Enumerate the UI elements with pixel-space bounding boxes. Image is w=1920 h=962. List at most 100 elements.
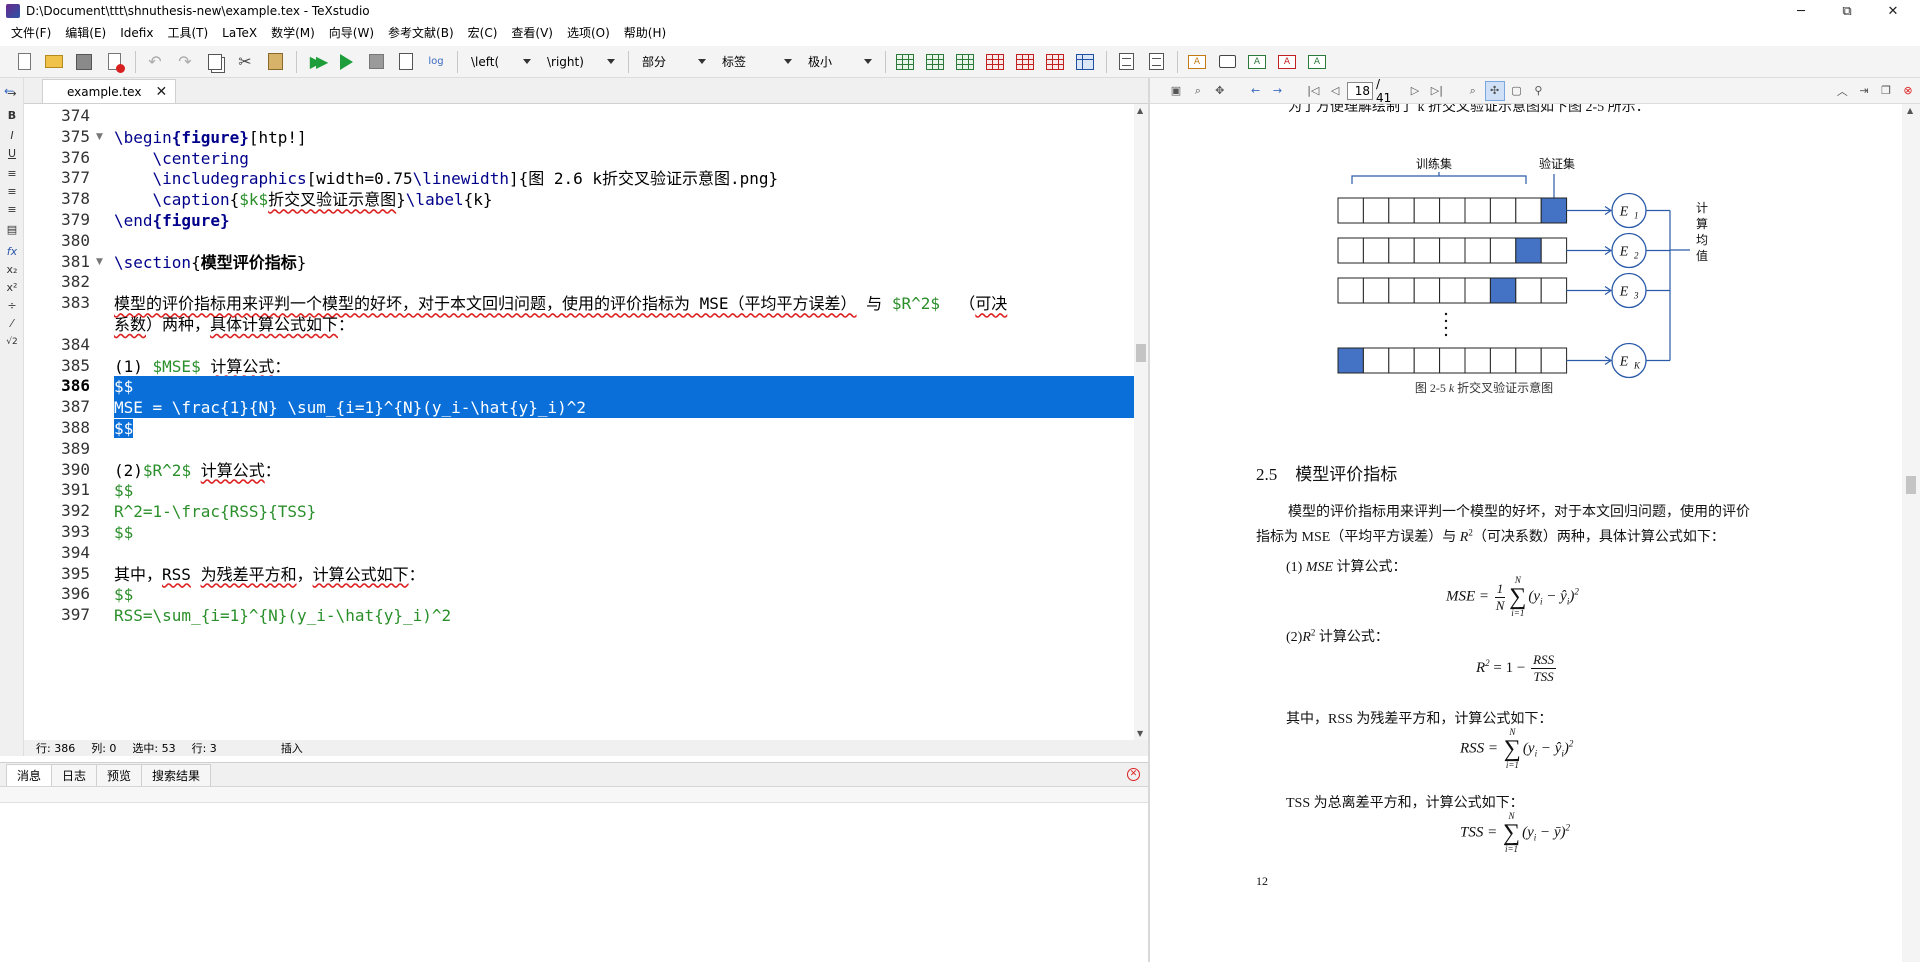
stop-button[interactable] [362, 49, 390, 75]
pdf-magnifier-button[interactable]: ⚲ [1528, 81, 1548, 101]
code-line[interactable]: (1) $MSE$ 计算公式： [114, 356, 290, 377]
code-line[interactable]: MSE = \frac{1}{N} \sum_{i=1}^{N}(y_i-\ha… [114, 397, 1134, 419]
text-green-button-2[interactable]: A [1303, 49, 1331, 75]
scroll-up-icon[interactable]: ▲ [1907, 106, 1913, 115]
scrollbar-thumb[interactable] [1906, 476, 1916, 494]
menu-idefix[interactable]: Idefix [113, 22, 160, 44]
pdf-scrollbar[interactable]: ▲ [1902, 104, 1920, 962]
scroll-down-icon[interactable]: ▼ [1137, 729, 1143, 738]
tab-messages[interactable]: 消息 [6, 764, 53, 786]
pdf-search-button[interactable]: ⌕ [1188, 81, 1208, 101]
menu-options[interactable]: 选项(O) [560, 22, 617, 44]
text-red-button[interactable]: A [1273, 49, 1301, 75]
copy-button[interactable] [201, 49, 229, 75]
code-area[interactable]: \begin{figure}[htp!] \centering \include… [114, 104, 1134, 740]
tab-example-tex[interactable]: example.tex ✕ [42, 79, 177, 103]
open-file-button[interactable] [40, 49, 68, 75]
code-line[interactable]: \begin{figure}[htp!] [114, 127, 307, 148]
function-icon[interactable]: fx [4, 244, 20, 260]
pdf-collapse-button[interactable]: ︿ [1832, 81, 1852, 101]
pdf-fit-page-button[interactable]: ▢ [1507, 81, 1527, 101]
view-pdf-button[interactable] [392, 49, 420, 75]
pdf-next-page-button[interactable]: ▷ [1405, 81, 1425, 101]
pdf-move-button[interactable]: ✥ [1210, 81, 1230, 101]
code-line[interactable]: (2)$R^2$ 计算公式： [114, 460, 281, 481]
editor-scrollbar[interactable]: ▲ ▼ [1134, 104, 1148, 740]
menu-wizards[interactable]: 向导(W) [322, 22, 381, 44]
close-tab-icon[interactable]: ✕ [155, 84, 167, 100]
pdf-embed-button[interactable]: ⇥ [1854, 81, 1874, 101]
code-line[interactable]: RSS=\sum_{i=1}^{N}(y_i-\hat{y}_i)^2 [114, 605, 451, 626]
menu-tools[interactable]: 工具(T) [160, 22, 215, 44]
underline-icon[interactable]: U [4, 146, 20, 162]
scrollbar-thumb[interactable] [1136, 344, 1146, 362]
save-button[interactable] [70, 49, 98, 75]
fold-toggle-icon[interactable]: ▼ [96, 257, 103, 267]
section-select[interactable]: 部分 [634, 51, 710, 73]
menu-view[interactable]: 查看(V) [504, 22, 560, 44]
pdf-back-button[interactable]: ← [1246, 81, 1266, 101]
code-line[interactable]: 其中，RSS 为残差平方和，计算公式如下： [114, 564, 425, 585]
menu-edit[interactable]: 编辑(E) [58, 22, 113, 44]
table-align-button[interactable] [1071, 49, 1099, 75]
code-line[interactable]: \end{figure} [114, 210, 230, 231]
code-line[interactable]: \section{模型评价指标} [114, 252, 306, 273]
pdf-sync-button[interactable]: ▣ [1166, 81, 1186, 101]
text-green-button[interactable]: A [1243, 49, 1271, 75]
subscript-icon[interactable]: x₂ [4, 262, 20, 278]
scroll-up-icon[interactable]: ▲ [1137, 106, 1143, 115]
table-remove-row-button[interactable] [981, 49, 1009, 75]
tab-log[interactable]: 日志 [51, 764, 98, 786]
cut-button[interactable]: ✂ [231, 49, 259, 75]
dfrac-icon[interactable]: ⁄ [4, 316, 20, 332]
code-line[interactable]: $$ [114, 376, 1134, 398]
code-line[interactable]: \caption{$k$折交叉验证示意图}\label{k} [114, 189, 493, 210]
menu-file[interactable]: 文件(F) [4, 22, 58, 44]
code-line[interactable]: $$ [114, 584, 133, 605]
fold-toggle-icon[interactable]: ▼ [96, 132, 103, 142]
code-editor[interactable]: 374 375 ▼ 376 377 378 379 380 381 ▼ 382 383 384 385 38… [24, 104, 1134, 740]
pdf-pan-button[interactable]: ✣ [1484, 80, 1505, 101]
code-line[interactable]: R^2=1-\frac{RSS}{TSS} [114, 501, 316, 522]
pdf-forward-button[interactable]: → [1268, 81, 1288, 101]
menu-help[interactable]: 帮助(H) [617, 22, 673, 44]
align-left-icon[interactable]: ≡ [4, 166, 20, 182]
fraction-icon[interactable]: ÷ [4, 298, 20, 314]
structure-icon[interactable]: ▤ [4, 222, 20, 238]
maximize-button[interactable]: ⧉ [1824, 0, 1870, 22]
code-line[interactable]: \centering [114, 148, 249, 169]
text-box-button[interactable]: A [1183, 49, 1211, 75]
compile-button[interactable] [332, 49, 360, 75]
code-line[interactable]: $$ [114, 522, 133, 543]
pdf-zoom-button[interactable]: ⌕ [1463, 81, 1483, 101]
pdf-last-page-button[interactable]: ▷| [1427, 81, 1447, 101]
menu-macros[interactable]: 宏(C) [461, 22, 505, 44]
code-line[interactable]: \includegraphics[width=0.75\linewidth]{图… [114, 168, 779, 189]
tab-search-results[interactable]: 搜索结果 [141, 764, 212, 786]
font-size-select[interactable]: 极小 [800, 51, 876, 73]
redo-button[interactable]: ↷ [171, 49, 199, 75]
code-line[interactable]: 系数）两种，具体计算公式如下： [114, 314, 354, 335]
table-add-row-button[interactable] [921, 49, 949, 75]
pdf-window-button[interactable]: ❐ [1876, 81, 1896, 101]
new-file-button[interactable] [10, 49, 38, 75]
table-add-column-button[interactable] [951, 49, 979, 75]
align-center-icon[interactable]: ≡ [4, 184, 20, 200]
paste-button[interactable] [261, 49, 289, 75]
close-panel-icon[interactable]: ✕ [1127, 768, 1140, 781]
menu-bibliography[interactable]: 参考文献(B) [381, 22, 461, 44]
menu-latex[interactable]: LaTeX [215, 22, 264, 44]
document-tool-button-2[interactable] [1142, 49, 1170, 75]
table-remove-column-button[interactable] [1011, 49, 1039, 75]
document-tool-button[interactable] [1112, 49, 1140, 75]
code-line[interactable]: $$ [114, 418, 134, 439]
page-number-input[interactable]: 18 [1347, 81, 1373, 100]
undo-button[interactable]: ↶ [141, 49, 169, 75]
sqrt-icon[interactable]: √2 [4, 334, 20, 350]
close-window-button[interactable]: ✕ [1870, 0, 1916, 22]
code-line[interactable]: 模型的评价指标用来评判一个模型的好坏，对于本文回归问题，使用的评价指标为 MSE… [114, 293, 1007, 314]
bold-icon[interactable]: B [4, 108, 20, 124]
view-log-button[interactable]: log [422, 49, 450, 75]
table-clear-button[interactable] [1041, 49, 1069, 75]
menu-math[interactable]: 数学(M) [264, 22, 322, 44]
